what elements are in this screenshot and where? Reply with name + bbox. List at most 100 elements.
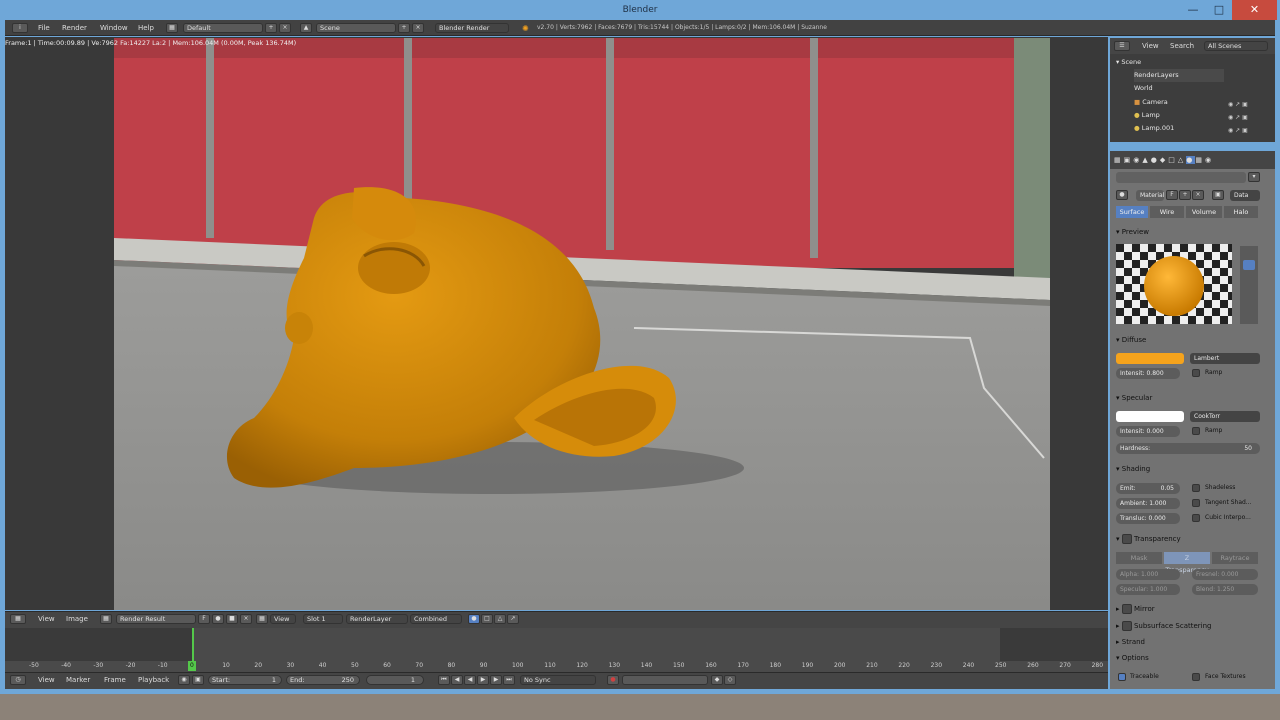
- translucency-field[interactable]: Transluc: 0.000: [1116, 513, 1180, 524]
- preview-sphere-icon[interactable]: [1243, 260, 1255, 270]
- outliner-menu-view[interactable]: View: [1142, 41, 1159, 51]
- fresnel-field[interactable]: Fresnel: 0.000: [1192, 569, 1258, 580]
- specular-alpha-field[interactable]: Specular: 1.000: [1116, 584, 1180, 595]
- material-browse-icon[interactable]: ●: [1116, 190, 1128, 200]
- diffuse-color-swatch[interactable]: [1116, 353, 1184, 364]
- options-panel-header[interactable]: ▾ Options: [1116, 652, 1149, 664]
- sample-tool-icon[interactable]: ↗: [507, 614, 519, 624]
- alpha-field[interactable]: Alpha: 1.000: [1116, 569, 1180, 580]
- start-frame-field[interactable]: Start: 1: [208, 675, 282, 685]
- diffuse-intensity-field[interactable]: Intensit: 0.800: [1116, 368, 1180, 379]
- view-select[interactable]: View: [270, 614, 296, 624]
- specular-panel-header[interactable]: ▾ Specular: [1116, 392, 1152, 404]
- specular-color-swatch[interactable]: [1116, 411, 1184, 422]
- jump-start-icon[interactable]: ⏮: [438, 675, 450, 685]
- menu-file[interactable]: File: [38, 23, 50, 33]
- sync-mode-select[interactable]: No Sync: [520, 675, 596, 685]
- transparency-checkbox[interactable]: [1121, 534, 1132, 544]
- image-options-icon[interactable]: ■: [226, 614, 238, 624]
- layout-field[interactable]: Default: [183, 23, 263, 33]
- tab-surface[interactable]: Surface: [1116, 206, 1148, 218]
- traceable-checkbox[interactable]: [1118, 673, 1126, 681]
- jump-end-icon[interactable]: ⏭: [503, 675, 515, 685]
- outliner-menu-search[interactable]: Search: [1170, 41, 1194, 51]
- image-browse-icon[interactable]: ▦: [100, 614, 112, 624]
- diffuse-panel-header[interactable]: ▾ Diffuse: [1116, 334, 1146, 346]
- outliner-row-lamp-001[interactable]: ● Lamp.001: [1134, 122, 1174, 135]
- lock-range-icon[interactable]: ▣: [192, 675, 204, 685]
- current-frame-field[interactable]: 1: [366, 675, 424, 685]
- editor-type-outliner-icon[interactable]: ☰: [1114, 41, 1130, 51]
- sss-checkbox[interactable]: [1121, 621, 1132, 631]
- shading-panel-header[interactable]: ▾ Shading: [1116, 463, 1150, 475]
- slot-specials-icon[interactable]: ▾: [1248, 172, 1260, 182]
- outliner-row-camera[interactable]: ■ Camera: [1134, 96, 1168, 109]
- material-tab-icon[interactable]: ●: [1186, 156, 1196, 164]
- diffuse-shader-select[interactable]: Lambert: [1190, 353, 1260, 364]
- pass-select[interactable]: Combined: [410, 614, 462, 624]
- preview-type-strip[interactable]: [1240, 246, 1258, 324]
- timeline-menu-view[interactable]: View: [38, 675, 55, 685]
- emit-field[interactable]: Emit: 0.05: [1116, 483, 1180, 494]
- shadeless-checkbox[interactable]: [1192, 484, 1200, 492]
- tab-halo[interactable]: Halo: [1224, 206, 1258, 218]
- zbuffer-icon[interactable]: △: [494, 614, 506, 624]
- image-unlink-icon[interactable]: ×: [240, 614, 252, 624]
- tab-volume[interactable]: Volume: [1186, 206, 1222, 218]
- ambient-field[interactable]: Ambient: 1.000: [1116, 498, 1180, 509]
- outliner-row-world[interactable]: World: [1134, 82, 1153, 95]
- timeline-menu-marker[interactable]: Marker: [66, 675, 90, 685]
- fake-user-button[interactable]: F: [198, 614, 210, 624]
- material-name-field[interactable]: Material: [1136, 190, 1164, 201]
- strand-panel-header[interactable]: ▸ Strand: [1116, 636, 1145, 648]
- screen-layout-icon[interactable]: ▦: [166, 23, 178, 33]
- display-channels-icon[interactable]: ●: [468, 614, 480, 624]
- add-scene-icon[interactable]: +: [398, 23, 410, 33]
- hardness-field[interactable]: Hardness: 50: [1116, 443, 1260, 454]
- transparency-mode-mask[interactable]: Mask: [1116, 552, 1162, 564]
- visibility-icons[interactable]: ◉ ↗ ▣ ◉ ↗ ▣ ◉ ↗ ▣: [1228, 98, 1268, 134]
- image-name-field[interactable]: Render Result: [116, 614, 196, 624]
- alpha-channel-icon[interactable]: □: [481, 614, 493, 624]
- timeline-menu-playback[interactable]: Playback: [138, 675, 169, 685]
- slot-select[interactable]: Slot 1: [303, 614, 343, 624]
- render-engine-select[interactable]: Blender Render: [435, 23, 509, 33]
- diffuse-ramp-checkbox[interactable]: [1192, 369, 1200, 377]
- preview-panel-header[interactable]: ▾ Preview: [1116, 226, 1149, 238]
- outliner-filter-select[interactable]: All Scenes: [1204, 41, 1268, 51]
- transparency-panel-header[interactable]: ▾ Transparency: [1116, 533, 1181, 545]
- current-frame-indicator[interactable]: 0: [188, 661, 196, 671]
- keying-set-field[interactable]: [622, 675, 708, 685]
- mirror-checkbox[interactable]: [1121, 604, 1132, 614]
- menu-help[interactable]: Help: [138, 23, 154, 33]
- transparency-mode-raytrace[interactable]: Raytrace: [1212, 552, 1258, 564]
- remove-scene-icon[interactable]: ×: [412, 23, 424, 33]
- menu-view[interactable]: View: [38, 614, 55, 624]
- scene-icon[interactable]: ▲: [300, 23, 312, 33]
- outliner-row-scene[interactable]: ▾ Scene: [1116, 56, 1141, 69]
- cubic-interp-checkbox[interactable]: [1192, 514, 1200, 522]
- play-reverse-icon[interactable]: ◀: [464, 675, 476, 685]
- material-add-icon[interactable]: +: [1179, 190, 1191, 200]
- material-fake-user[interactable]: F: [1166, 190, 1178, 200]
- pin-icon[interactable]: ●: [212, 614, 224, 624]
- specular-shader-select[interactable]: CookTorr: [1190, 411, 1260, 422]
- properties-context-icons[interactable]: ▦▣◉▲●◆□△●▦◉: [1114, 154, 1264, 166]
- specular-intensity-field[interactable]: Intensit: 0.000: [1116, 426, 1180, 437]
- record-icon[interactable]: ●: [607, 675, 619, 685]
- view-mode-icon[interactable]: ▦: [256, 614, 268, 624]
- menu-window[interactable]: Window: [100, 23, 128, 33]
- menu-render[interactable]: Render: [62, 23, 87, 33]
- play-icon[interactable]: ▶: [477, 675, 489, 685]
- add-layout-icon[interactable]: +: [265, 23, 277, 33]
- end-frame-field[interactable]: End: 250: [286, 675, 360, 685]
- scene-field[interactable]: Scene: [316, 23, 396, 33]
- preview-range-icon[interactable]: ◉: [178, 675, 190, 685]
- material-link-icon[interactable]: ▣: [1212, 190, 1224, 200]
- delete-keyframe-icon[interactable]: ◇: [724, 675, 736, 685]
- sss-panel-header[interactable]: ▸ Subsurface Scattering: [1116, 620, 1211, 632]
- maximize-button[interactable]: □: [1206, 0, 1232, 20]
- jump-keyframe-forward-icon[interactable]: ▶: [490, 675, 502, 685]
- close-button[interactable]: ✕: [1232, 0, 1277, 20]
- transparency-mode-z[interactable]: Z Transparency: [1164, 552, 1210, 574]
